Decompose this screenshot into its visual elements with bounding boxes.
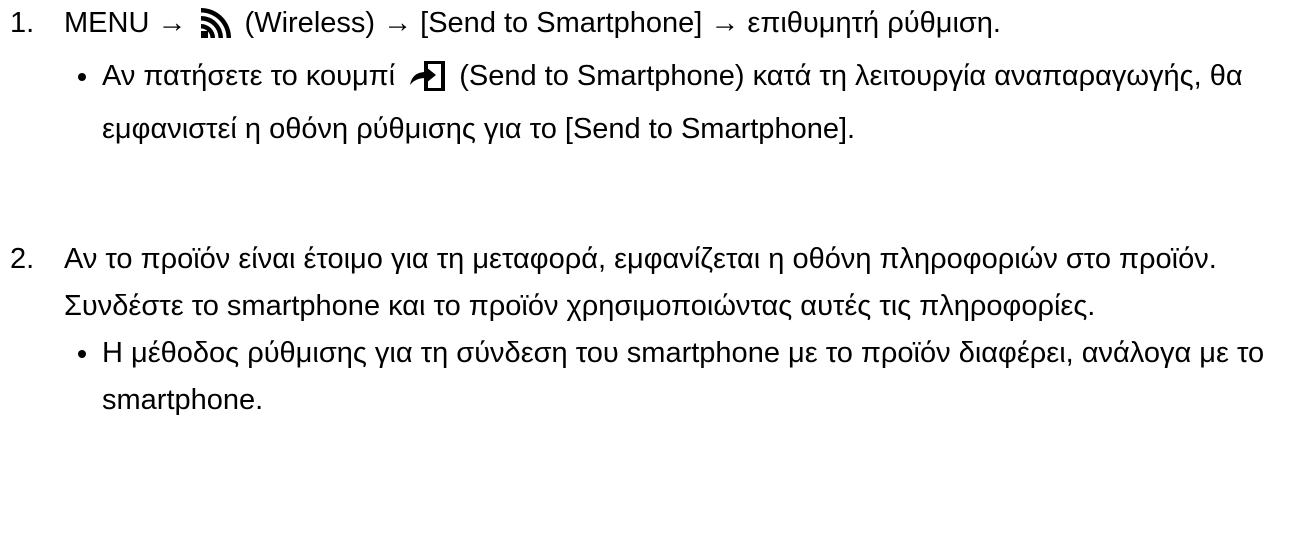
note-text-part: Αν πατήσετε το κουμπί [102, 60, 404, 92]
send-to-smartphone-icon [409, 59, 446, 106]
bullet-icon [78, 73, 86, 81]
note-item: Αν πατήσετε το κουμπί (Send to Smartphon… [64, 53, 1311, 153]
step-number: 1. [10, 7, 35, 39]
note-item: Η μέθοδος ρύθμισης για τη σύνδεση του sm… [64, 330, 1311, 424]
wireless-icon [200, 6, 231, 53]
step-text-part: MENU → [64, 7, 195, 39]
bullet-icon [78, 350, 86, 358]
step-1: 1. MENU → (Wireless) → [Send to Smartpho… [10, 0, 1311, 153]
step-text: Αν το προϊόν είναι έτοιμο για τη μεταφορ… [64, 243, 1217, 322]
step-text: MENU → (Wireless) → [Send to Smartphone]… [64, 0, 1311, 53]
note-text: Η μέθοδος ρύθμισης για τη σύνδεση του sm… [102, 337, 1265, 416]
step-number: 2. [10, 243, 35, 275]
step-2-notes: Η μέθοδος ρύθμισης για τη σύνδεση του sm… [10, 330, 1311, 424]
step-2: 2. Αν το προϊόν είναι έτοιμο για τη μετα… [10, 236, 1311, 424]
step-text-part: (Wireless) → [Send to Smartphone] → επιθ… [236, 7, 1001, 39]
step-1-notes: Αν πατήσετε το κουμπί (Send to Smartphon… [10, 53, 1311, 153]
